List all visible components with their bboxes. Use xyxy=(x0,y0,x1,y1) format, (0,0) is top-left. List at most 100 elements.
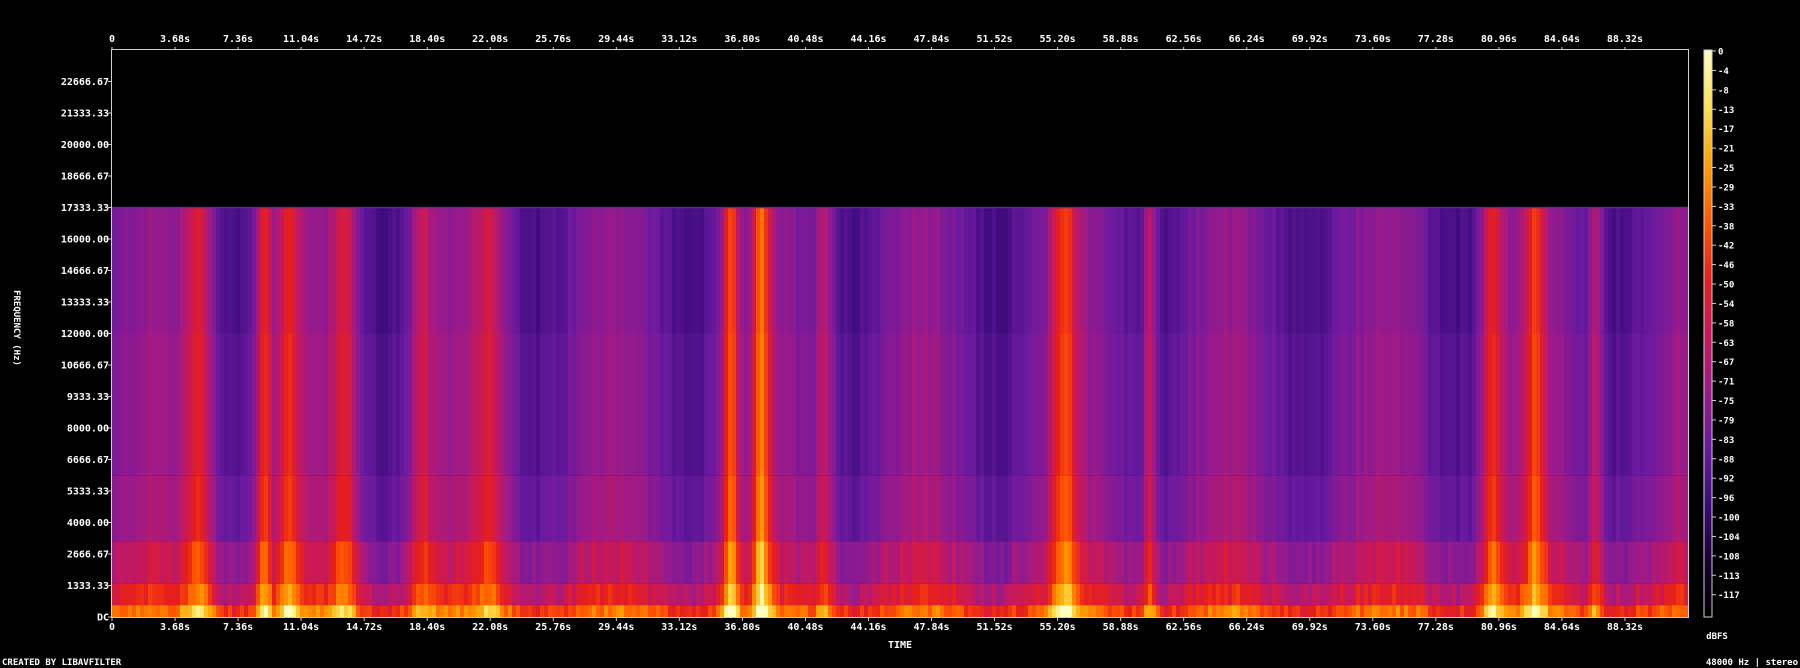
spectrogram-cell xyxy=(1044,333,1049,476)
spectrogram-cell xyxy=(804,583,809,606)
spectrogram-cell xyxy=(1236,333,1241,476)
spectrogram-cell xyxy=(960,583,965,606)
spectrogram-cell xyxy=(1228,475,1233,542)
spectrogram-cell xyxy=(1140,207,1145,334)
y-tick-label: 10666.67 xyxy=(61,361,109,372)
spectrogram-cell xyxy=(1240,605,1245,617)
spectrogram-cell xyxy=(1512,475,1517,542)
spectrogram-cell xyxy=(496,583,501,606)
spectrogram-cell xyxy=(824,475,829,542)
spectrogram-cell xyxy=(1392,541,1397,584)
spectrogram-cell xyxy=(684,541,689,584)
spectrogram-cell xyxy=(1660,207,1665,334)
spectrogram-cell xyxy=(1020,475,1025,542)
spectrogram-cell xyxy=(1304,207,1309,334)
spectrogram-cell xyxy=(572,333,577,476)
spectrogram-cell xyxy=(1168,475,1173,542)
spectrogram-cell xyxy=(1440,605,1445,617)
colorbar-tick-label: -25 xyxy=(1718,164,1734,174)
spectrogram-cell xyxy=(1044,541,1049,584)
spectrogram-cell xyxy=(1596,475,1601,542)
spectrogram-cell xyxy=(924,541,929,584)
spectrogram-cell xyxy=(148,333,153,476)
x-tick-label: 0 xyxy=(109,622,115,633)
spectrogram-cell xyxy=(288,583,293,606)
x-tick-label: 29.44s xyxy=(598,622,634,633)
spectrogram-cell xyxy=(1144,605,1149,617)
spectrogram-cell xyxy=(788,541,793,584)
spectrogram-cell xyxy=(1000,207,1005,334)
spectrogram-cell xyxy=(1680,475,1685,542)
spectrogram-cell xyxy=(920,583,925,606)
spectrogram-cell xyxy=(676,605,681,617)
spectrogram-cell xyxy=(1060,475,1065,542)
spectrogram-cell xyxy=(344,333,349,476)
spectrogram-cell xyxy=(404,583,409,606)
spectrogram-cell xyxy=(660,541,665,584)
spectrogram-cell xyxy=(124,583,129,606)
spectrogram-cell xyxy=(460,475,465,542)
spectrogram-cell xyxy=(932,583,937,606)
spectrogram-cell xyxy=(1092,207,1097,334)
spectrogram-cell xyxy=(1048,333,1053,476)
spectrogram-cell xyxy=(1560,541,1565,584)
colorbar-tick-label: -42 xyxy=(1718,242,1734,252)
spectrogram-cell xyxy=(1172,583,1177,606)
spectrogram-cell xyxy=(600,475,605,542)
y-tick-label: 2666.67 xyxy=(67,550,109,561)
spectrogram-cell xyxy=(524,333,529,476)
spectrogram-cell xyxy=(840,583,845,606)
spectrogram-cell xyxy=(452,583,457,606)
spectrogram-cell xyxy=(832,605,837,617)
spectrogram-cell xyxy=(1660,475,1665,542)
spectrogram-cell xyxy=(580,207,585,334)
spectrogram-cell xyxy=(492,333,497,476)
spectrogram-cell xyxy=(644,333,649,476)
spectrogram-cell xyxy=(988,475,993,542)
spectrogram-cell xyxy=(900,583,905,606)
spectrogram-cell xyxy=(1564,541,1569,584)
x-tick-label: 44.16s xyxy=(850,622,886,633)
spectrogram-cell xyxy=(828,333,833,476)
spectrogram-cell xyxy=(192,541,197,584)
spectrogram-cell xyxy=(1148,605,1153,617)
spectrogram-cell xyxy=(680,605,685,617)
spectrogram-cell xyxy=(192,207,197,334)
spectrogram-cell xyxy=(408,207,413,334)
spectrogram-cell xyxy=(1136,583,1141,606)
spectrogram-cell xyxy=(520,583,525,606)
spectrogram-cell xyxy=(1288,333,1293,476)
spectrogram-cell xyxy=(1640,475,1645,542)
spectrogram-cell xyxy=(892,583,897,606)
spectrogram-cell xyxy=(1304,605,1309,617)
spectrogram-cell xyxy=(1080,333,1085,476)
spectrogram-cell xyxy=(1456,605,1461,617)
spectrogram-cell xyxy=(1404,207,1409,334)
spectrogram-cell xyxy=(1392,583,1397,606)
spectrogram-cell xyxy=(1332,583,1337,606)
spectrogram-cell xyxy=(1044,605,1049,617)
spectrogram-cell xyxy=(1488,541,1493,584)
spectrogram-cell xyxy=(1384,583,1389,606)
spectrogram-cell xyxy=(1088,605,1093,617)
spectrogram-cell xyxy=(200,583,205,606)
spectrogram-cell xyxy=(528,605,533,617)
spectrogram-cell xyxy=(784,583,789,606)
spectrogram-cell xyxy=(888,333,893,476)
spectrogram-cell xyxy=(784,333,789,476)
spectrogram-cell xyxy=(660,583,665,606)
spectrogram-cell xyxy=(808,207,813,334)
spectrogram-cell xyxy=(476,541,481,584)
spectrogram-cell xyxy=(708,333,713,476)
spectrogram-cell xyxy=(200,605,205,617)
spectrogram-cell xyxy=(1620,541,1625,584)
spectrogram-cell xyxy=(476,333,481,476)
spectrogram-cell xyxy=(1260,541,1265,584)
spectrogram-cell xyxy=(1372,605,1377,617)
spectrogram-cell xyxy=(1620,583,1625,606)
spectrogram-cell xyxy=(620,475,625,542)
spectrogram-cell xyxy=(280,541,285,584)
spectrogram-cell xyxy=(1484,475,1489,542)
spectrogram-cell xyxy=(1424,541,1429,584)
spectrogram-cell xyxy=(752,541,757,584)
